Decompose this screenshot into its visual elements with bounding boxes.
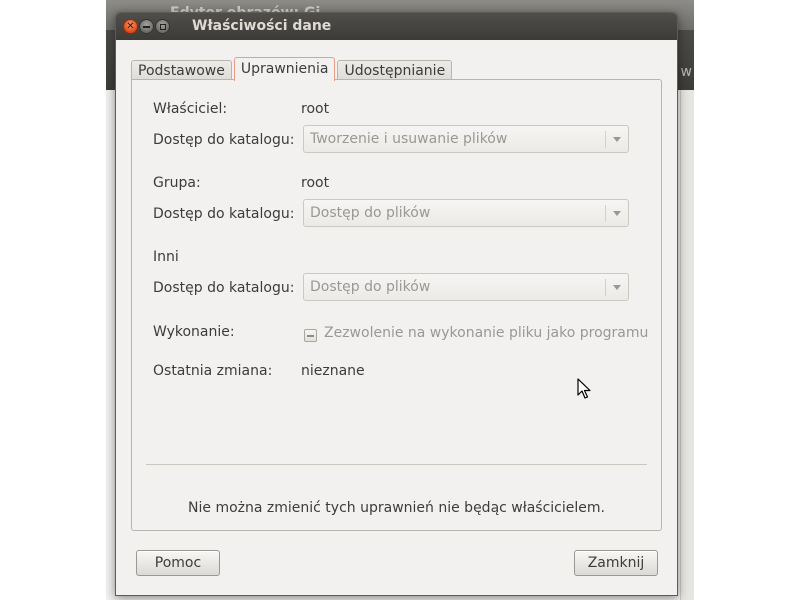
last-change-label: Ostatnia zmiana: xyxy=(153,363,273,379)
close-window-button[interactable]: ✕ xyxy=(123,19,138,34)
tab-permissions[interactable]: Uprawnienia xyxy=(233,57,336,81)
others-access-value: Dostęp do plików xyxy=(310,279,431,295)
execute-checkbox[interactable] xyxy=(304,329,317,342)
inconsistent-mark-icon xyxy=(307,335,314,337)
help-button[interactable]: Pomoc xyxy=(136,550,220,576)
maximize-window-button[interactable] xyxy=(155,19,170,34)
dropdown-separator xyxy=(605,279,606,296)
owner-access-label: Dostęp do katalogu: xyxy=(153,132,295,148)
tab-bar: Podstawowe Uprawnienia Udostępnianie xyxy=(131,57,453,81)
owner-label: Właściciel: xyxy=(153,101,228,117)
maximize-icon xyxy=(159,23,166,30)
others-access-label: Dostęp do katalogu: xyxy=(153,280,295,296)
group-access-value: Dostęp do plików xyxy=(310,205,431,221)
separator xyxy=(146,464,647,465)
dropdown-separator xyxy=(605,131,606,148)
minimize-window-button[interactable] xyxy=(139,19,154,34)
owner-access-value: Tworzenie i usuwanie plików xyxy=(310,131,508,147)
close-button[interactable]: Zamknij xyxy=(574,550,658,576)
permission-notice: Nie można zmienić tych uprawnień nie będ… xyxy=(188,500,605,516)
chevron-down-icon xyxy=(613,137,621,142)
properties-dialog: ✕ Właściwości dane Podstawowe Uprawnieni… xyxy=(115,12,678,596)
chevron-down-icon xyxy=(613,211,621,216)
background-window-edge xyxy=(680,90,694,600)
execute-checkbox-label[interactable]: Zezwolenie na wykonanie pliku jako progr… xyxy=(324,325,648,341)
group-value: root xyxy=(301,175,330,191)
group-label: Grupa: xyxy=(153,175,201,191)
tab-basic[interactable]: Podstawowe xyxy=(131,60,232,81)
others-label: Inni xyxy=(153,249,179,265)
owner-access-dropdown[interactable]: Tworzenie i usuwanie plików xyxy=(303,125,629,153)
last-change-value: nieznane xyxy=(301,363,365,379)
close-icon: ✕ xyxy=(126,20,135,32)
background-window-toolbar-text: w xyxy=(680,64,692,80)
minimize-icon xyxy=(143,25,150,28)
dropdown-separator xyxy=(605,205,606,222)
execute-label: Wykonanie: xyxy=(153,324,235,340)
group-access-label: Dostęp do katalogu: xyxy=(153,206,295,222)
others-access-dropdown[interactable]: Dostęp do plików xyxy=(303,273,629,301)
chevron-down-icon xyxy=(613,285,621,290)
permissions-panel: Właściciel: root Dostęp do katalogu: Two… xyxy=(131,79,662,531)
owner-value: root xyxy=(301,101,330,117)
dialog-title: Właściwości dane xyxy=(192,18,332,34)
tab-sharing[interactable]: Udostępnianie xyxy=(337,60,453,81)
mouse-pointer-icon xyxy=(577,378,591,399)
dialog-titlebar[interactable]: ✕ Właściwości dane xyxy=(116,13,677,40)
group-access-dropdown[interactable]: Dostęp do plików xyxy=(303,199,629,227)
